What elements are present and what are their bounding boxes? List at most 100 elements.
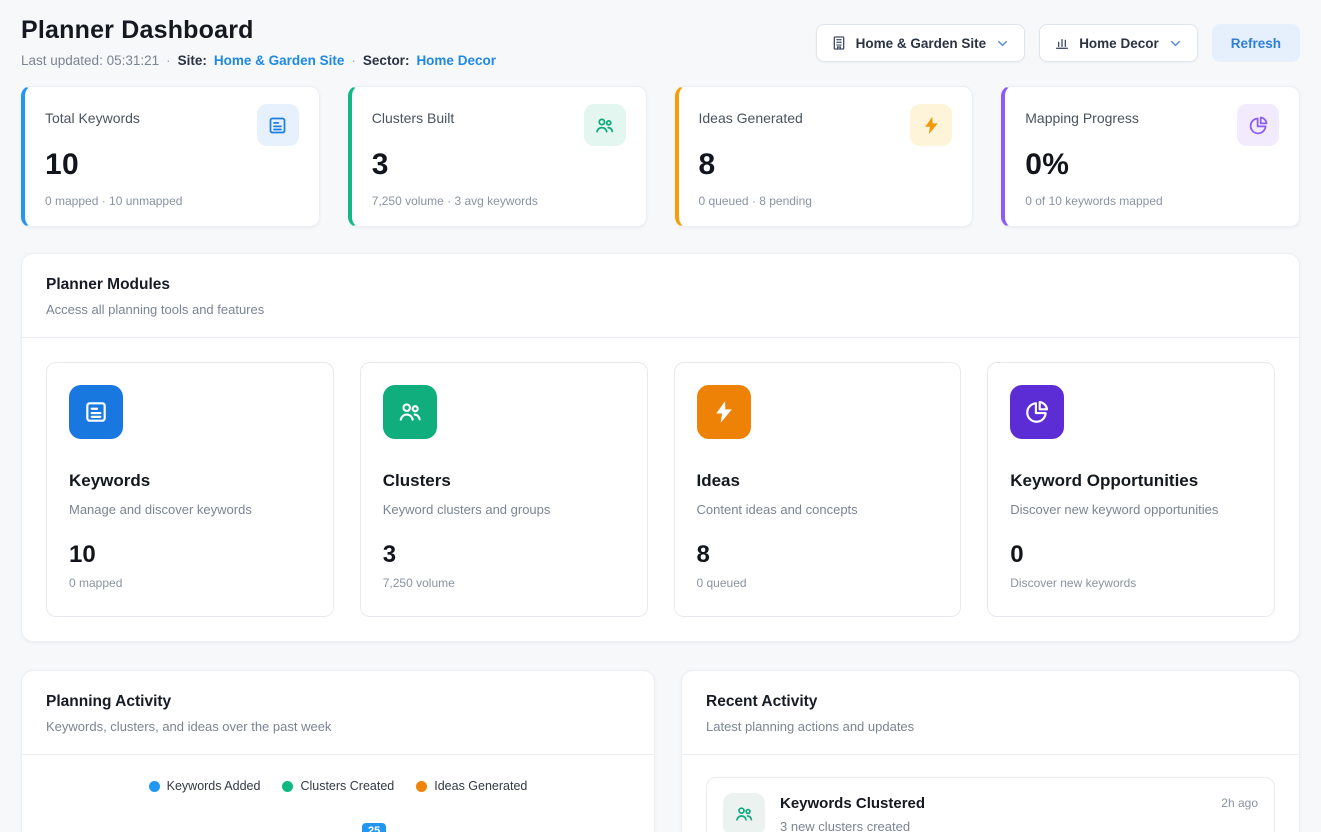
planner-dashboard-page: Planner Dashboard Last updated: 05:31:21… [0, 0, 1321, 832]
document-icon [257, 104, 299, 146]
line-chart: 25 25 24 [46, 817, 630, 832]
section-subtitle: Access all planning tools and features [46, 302, 1275, 317]
data-point-label: 25 [362, 823, 386, 832]
users-icon [723, 793, 765, 832]
module-card-ideas[interactable]: Ideas Content ideas and concepts 8 0 que… [674, 362, 962, 617]
topbar: Planner Dashboard Last updated: 05:31:21… [21, 16, 1300, 68]
document-icon [69, 385, 123, 439]
module-description: Manage and discover keywords [69, 502, 311, 517]
recent-activity-list: Keywords Clustered 3 new clusters create… [682, 755, 1299, 832]
stat-label: Total Keywords [45, 104, 140, 126]
sector-selector[interactable]: Home Decor [1039, 24, 1198, 62]
page-title: Planner Dashboard [21, 16, 496, 45]
separator-dot: · [166, 53, 171, 68]
module-value: 3 [383, 541, 625, 569]
stats-row: Total Keywords 10 0 mapped · 10 unmapped… [21, 86, 1300, 227]
section-subtitle: Latest planning actions and updates [706, 719, 1275, 734]
module-description: Keyword clusters and groups [383, 502, 625, 517]
module-title: Ideas [697, 471, 939, 491]
module-value: 10 [69, 541, 311, 569]
legend-dot-orange [416, 781, 427, 792]
topbar-controls: Home & Garden Site Home Decor Refresh [816, 24, 1300, 62]
stat-label: Mapping Progress [1025, 104, 1139, 126]
stat-subtext: 7,250 volume · 3 avg keywords [372, 194, 626, 208]
activity-item-text: Keywords Clustered 3 new clusters create… [780, 793, 1206, 832]
chevron-down-icon [1168, 36, 1183, 51]
section-title: Planning Activity [46, 693, 630, 711]
meta-line: Last updated: 05:31:21 · Site: Home & Ga… [21, 53, 496, 68]
stat-value: 10 [45, 148, 299, 182]
chart-plot: 25 24 [90, 817, 630, 832]
section-subtitle: Keywords, clusters, and ideas over the p… [46, 719, 630, 734]
chart-legend: Keywords Added Clusters Created Ideas Ge… [46, 779, 630, 793]
module-value: 8 [697, 541, 939, 569]
planner-modules-panel: Planner Modules Access all planning tool… [21, 253, 1300, 642]
stat-label: Clusters Built [372, 104, 454, 126]
stat-subtext: 0 of 10 keywords mapped [1025, 194, 1279, 208]
module-description: Content ideas and concepts [697, 502, 939, 517]
pie-chart-icon [1237, 104, 1279, 146]
module-title: Clusters [383, 471, 625, 491]
area-chart-svg [90, 817, 630, 832]
users-icon [383, 385, 437, 439]
legend-label: Ideas Generated [434, 779, 527, 793]
site-link[interactable]: Home & Garden Site [214, 53, 345, 68]
stat-value: 3 [372, 148, 626, 182]
stat-label: Ideas Generated [699, 104, 803, 126]
section-title: Recent Activity [706, 693, 1275, 711]
site-selector-value: Home & Garden Site [856, 36, 987, 51]
module-value: 0 [1010, 541, 1252, 569]
module-description: Discover new keyword opportunities [1010, 502, 1252, 517]
site-selector[interactable]: Home & Garden Site [816, 24, 1026, 62]
activity-item-timestamp: 2h ago [1221, 796, 1258, 810]
module-caption: 7,250 volume [383, 576, 625, 590]
last-updated: Last updated: 05:31:21 [21, 53, 159, 68]
site-label: Site: [178, 53, 207, 68]
stat-value: 0% [1025, 148, 1279, 182]
sector-selector-value: Home Decor [1079, 36, 1159, 51]
module-caption: 0 mapped [69, 576, 311, 590]
legend-dot-green [282, 781, 293, 792]
stat-card-total-keywords: Total Keywords 10 0 mapped · 10 unmapped [21, 86, 320, 227]
stat-card-ideas-generated: Ideas Generated 8 0 queued · 8 pending [675, 86, 974, 227]
module-title: Keyword Opportunities [1010, 471, 1252, 491]
planner-modules-header: Planner Modules Access all planning tool… [22, 254, 1299, 338]
module-card-keyword-opportunities[interactable]: Keyword Opportunities Discover new keywo… [987, 362, 1275, 617]
planning-activity-header: Planning Activity Keywords, clusters, an… [22, 671, 654, 755]
module-card-clusters[interactable]: Clusters Keyword clusters and groups 3 7… [360, 362, 648, 617]
stat-subtext: 0 queued · 8 pending [699, 194, 953, 208]
module-card-keywords[interactable]: Keywords Manage and discover keywords 10… [46, 362, 334, 617]
building-icon [831, 35, 847, 51]
pie-chart-icon [1010, 385, 1064, 439]
bar-chart-icon [1054, 35, 1070, 51]
separator-dot: · [351, 53, 356, 68]
legend-item-ideas-generated: Ideas Generated [416, 779, 527, 793]
topbar-left: Planner Dashboard Last updated: 05:31:21… [21, 16, 496, 68]
legend-label: Keywords Added [167, 779, 261, 793]
activity-item-title: Keywords Clustered [780, 795, 1206, 812]
legend-dot-blue [149, 781, 160, 792]
legend-label: Clusters Created [300, 779, 394, 793]
modules-grid: Keywords Manage and discover keywords 10… [22, 338, 1299, 641]
bolt-icon [910, 104, 952, 146]
stat-subtext: 0 mapped · 10 unmapped [45, 194, 299, 208]
module-title: Keywords [69, 471, 311, 491]
stat-value: 8 [699, 148, 953, 182]
recent-activity-header: Recent Activity Latest planning actions … [682, 671, 1299, 755]
planning-activity-panel: Planning Activity Keywords, clusters, an… [21, 670, 655, 832]
planning-activity-chart-area: Keywords Added Clusters Created Ideas Ge… [22, 755, 654, 832]
activity-item-keywords-clustered[interactable]: Keywords Clustered 3 new clusters create… [706, 777, 1275, 832]
bottom-row: Planning Activity Keywords, clusters, an… [21, 670, 1300, 832]
sector-link[interactable]: Home Decor [416, 53, 496, 68]
recent-activity-panel: Recent Activity Latest planning actions … [681, 670, 1300, 832]
chevron-down-icon [995, 36, 1010, 51]
stat-card-clusters-built: Clusters Built 3 7,250 volume · 3 avg ke… [348, 86, 647, 227]
sector-label: Sector: [363, 53, 410, 68]
section-title: Planner Modules [46, 276, 1275, 294]
bolt-icon [697, 385, 751, 439]
users-icon [584, 104, 626, 146]
legend-item-keywords-added: Keywords Added [149, 779, 261, 793]
activity-item-description: 3 new clusters created [780, 819, 1206, 832]
legend-item-clusters-created: Clusters Created [282, 779, 394, 793]
refresh-button[interactable]: Refresh [1212, 24, 1300, 62]
